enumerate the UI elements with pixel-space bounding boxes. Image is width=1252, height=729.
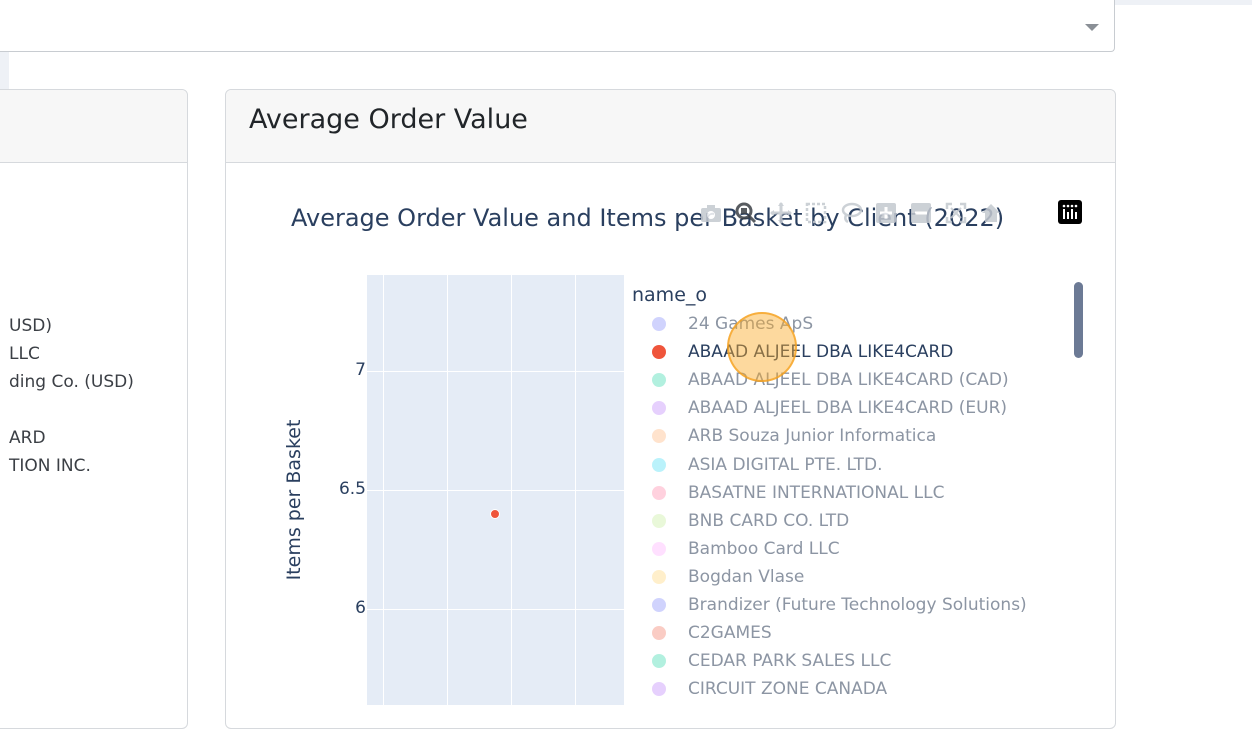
legend-marker [652, 682, 666, 697]
legend-item[interactable]: Brandizer (Future Technology Solutions) [632, 591, 1072, 619]
y-axis-label: Items per Basket [283, 419, 305, 581]
legend-label: Bogdan Vlase [688, 566, 805, 587]
legend-marker [652, 345, 666, 360]
legend-label: ABAAD ALJEEL DBA LIKE4CARD (CAD) [688, 370, 1009, 391]
left-legend: USD) LLC ding Co. (USD) ARD TION INC. [9, 312, 134, 480]
left-legend-item[interactable]: LLC [9, 340, 134, 368]
legend-item[interactable]: CIRCUIT ZONE CANADA [632, 675, 1072, 703]
legend-label: C2GAMES [688, 623, 772, 644]
legend-item[interactable]: CEDAR PARK SALES LLC [632, 647, 1072, 675]
legend-item[interactable]: ASIA DIGITAL PTE. LTD. [632, 450, 1072, 478]
left-legend-item[interactable]: ding Co. (USD) [9, 368, 134, 396]
zoom-icon[interactable] [735, 202, 757, 224]
legend-item[interactable]: Bamboo Card LLC [632, 535, 1072, 563]
legend-marker [652, 485, 666, 500]
grid-line [367, 370, 624, 372]
click-indicator [727, 312, 797, 382]
legend-label: CEDAR PARK SALES LLC [688, 651, 892, 672]
legend-label: CIRCUIT ZONE CANADA [688, 679, 888, 700]
legend-item[interactable]: Bogdan Vlase [632, 563, 1072, 591]
legend-item[interactable]: BASATNE INTERNATIONAL LLC [632, 479, 1072, 507]
legend-marker [652, 457, 666, 472]
grid-line [367, 490, 624, 491]
legend-label: ABAAD ALJEEL DBA LIKE4CARD (EUR) [688, 398, 1008, 419]
legend-marker [652, 373, 666, 388]
chevron-down-icon[interactable] [1085, 24, 1099, 31]
modebar [700, 200, 1002, 226]
plot-area[interactable] [367, 275, 624, 705]
left-legend-item[interactable]: TION INC. [9, 452, 134, 480]
aov-card-header: Average Order Value [226, 90, 1115, 163]
data-point[interactable] [490, 508, 500, 519]
client-select[interactable] [0, 0, 1115, 52]
legend-scrollbar[interactable] [1074, 282, 1083, 358]
y-tick-label: 6.5 [338, 479, 366, 499]
lasso-icon[interactable] [840, 202, 862, 224]
legend-marker [652, 401, 666, 416]
legend-label: BNB CARD CO. LTD [688, 510, 850, 531]
legend-item[interactable]: ABAAD ALJEEL DBA LIKE4CARD [632, 338, 1072, 366]
legend-marker [652, 317, 666, 332]
zoom-in-icon[interactable] [875, 202, 897, 224]
legend-item[interactable]: ABAAD ALJEEL DBA LIKE4CARD (CAD) [632, 366, 1072, 394]
left-card-header [0, 90, 187, 163]
grid-line [367, 609, 624, 611]
legend-marker [652, 429, 666, 444]
legend-item[interactable]: 24 Games ApS [632, 310, 1072, 338]
legend-item[interactable]: ARB Souza Junior Informatica [632, 422, 1072, 450]
legend-item[interactable]: ABAAD ALJEEL DBA LIKE4CARD (EUR) [632, 394, 1072, 422]
legend-marker [652, 597, 666, 612]
reset-axes-icon[interactable] [980, 202, 1002, 224]
legend-label: BASATNE INTERNATIONAL LLC [688, 482, 945, 503]
legend-item[interactable]: BNB CARD CO. LTD [632, 507, 1072, 535]
left-legend-item[interactable]: USD) [9, 312, 134, 340]
legend-marker [652, 569, 666, 584]
legend-label: ARB Souza Junior Informatica [688, 426, 937, 447]
legend-label: Brandizer (Future Technology Solutions) [688, 594, 1027, 615]
left-legend-item[interactable]: ARD [9, 424, 134, 452]
legend-marker [652, 513, 666, 528]
legend-title: name_o [632, 284, 708, 306]
autoscale-icon[interactable] [945, 202, 967, 224]
legend-marker [652, 626, 666, 641]
legend-marker [652, 654, 666, 669]
legend-marker [652, 541, 666, 556]
y-tick-label: 7 [355, 359, 366, 380]
legend: name_o 24 Games ApS ABAAD ALJEEL DBA LIKE… [632, 280, 1072, 703]
left-legend-item[interactable] [9, 396, 134, 424]
plotly-logo-icon[interactable] [1058, 200, 1082, 224]
zoom-out-icon[interactable] [910, 202, 932, 224]
y-tick-label: 6 [355, 598, 366, 619]
pan-icon[interactable] [770, 202, 792, 224]
card-title: Average Order Value [249, 104, 528, 135]
camera-icon[interactable] [700, 202, 722, 224]
box-select-icon[interactable] [805, 202, 827, 224]
legend-label: Bamboo Card LLC [688, 538, 840, 559]
legend-item[interactable]: C2GAMES [632, 619, 1072, 647]
legend-label: ASIA DIGITAL PTE. LTD. [688, 454, 883, 475]
